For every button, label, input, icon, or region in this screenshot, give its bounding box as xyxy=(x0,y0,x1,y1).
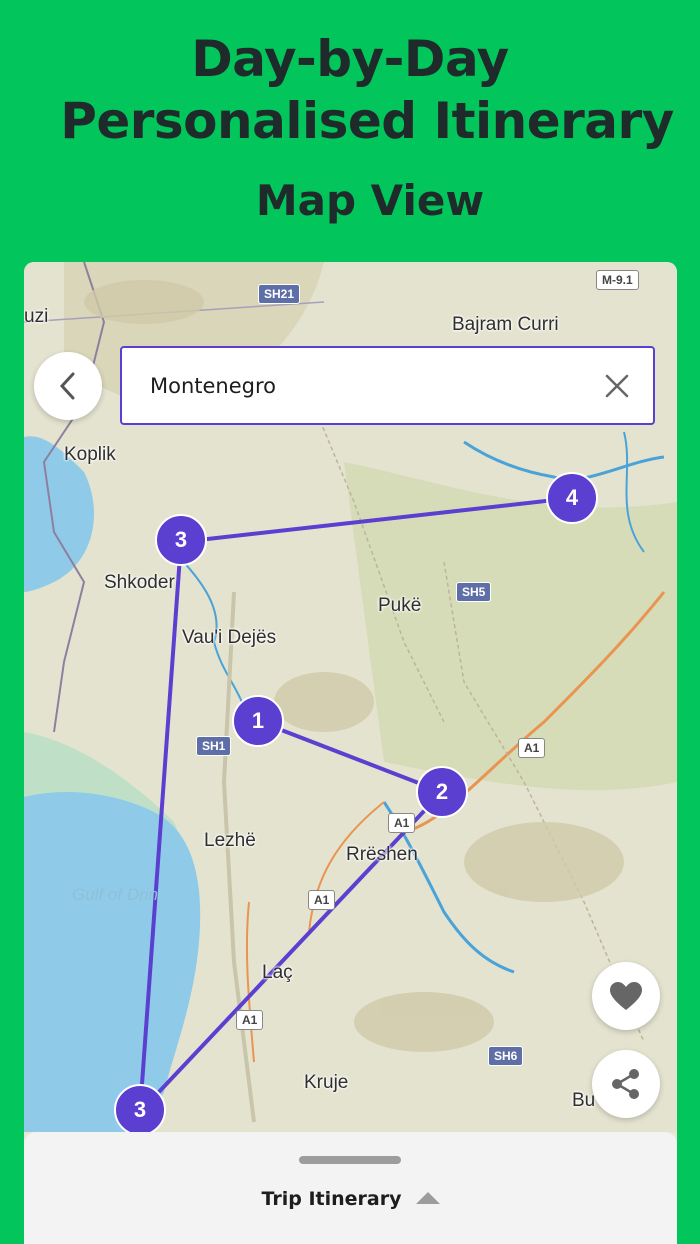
road-shield: A1 xyxy=(388,813,416,833)
place-label: Vau'i Dejës xyxy=(182,627,277,648)
search-box[interactable] xyxy=(120,346,655,425)
search-input[interactable] xyxy=(150,373,570,398)
water-label: Gulf of Drin xyxy=(72,885,158,904)
road-shield: M-9.1 xyxy=(596,270,639,290)
share-button[interactable] xyxy=(592,1050,660,1118)
clear-search-button[interactable] xyxy=(601,370,633,402)
share-icon xyxy=(612,1069,639,1099)
stop-marker-1[interactable]: 1 xyxy=(232,695,284,747)
place-label: Lezhë xyxy=(204,830,256,851)
place-label: Bajram Curri xyxy=(452,314,559,335)
chevron-left-icon xyxy=(59,372,75,400)
place-label: Rrëshen xyxy=(346,844,418,865)
back-button[interactable] xyxy=(34,352,102,420)
place-label: Koplik xyxy=(64,444,116,465)
itinerary-sheet[interactable]: Trip Itinerary xyxy=(24,1132,677,1244)
place-label: Bu xyxy=(572,1090,596,1111)
subtitle: Map View xyxy=(255,176,485,225)
trip-itinerary-toggle[interactable]: Trip Itinerary xyxy=(24,1188,677,1210)
stop-marker-3b[interactable]: 3 xyxy=(114,1084,166,1136)
road-shield: SH1 xyxy=(196,736,232,756)
headline-line-1: Day-by-Day xyxy=(191,30,509,88)
road-shield: A1 xyxy=(308,890,336,910)
place-label: uzi xyxy=(24,306,49,327)
road-shield: A1 xyxy=(236,1010,264,1030)
stop-marker-4[interactable]: 4 xyxy=(546,472,598,524)
sheet-drag-handle[interactable] xyxy=(299,1156,401,1164)
stop-marker-2[interactable]: 2 xyxy=(416,766,468,818)
phone-screen: uzi Bajram Curri Koplik Shkoder Pukë Vau… xyxy=(24,262,677,1244)
caret-up-icon xyxy=(415,1191,440,1204)
road-shield: A1 xyxy=(518,738,546,758)
road-shield: SH5 xyxy=(456,582,492,602)
place-label: Pukë xyxy=(378,595,422,616)
stop-marker-3[interactable]: 3 xyxy=(155,514,207,566)
road-shield: SH6 xyxy=(488,1046,524,1066)
heart-icon xyxy=(610,982,642,1010)
close-icon xyxy=(605,374,629,398)
headline-line-2: Personalised Itinerary xyxy=(60,92,674,150)
sheet-title: Trip Itinerary xyxy=(261,1188,402,1210)
headline: Day-by-Day Personalised Itinerary xyxy=(0,28,700,152)
place-label: Kruje xyxy=(304,1072,349,1093)
road-shield: SH21 xyxy=(258,284,301,304)
favorite-button[interactable] xyxy=(592,962,660,1030)
place-label: Shkoder xyxy=(104,572,175,593)
place-label: Laç xyxy=(262,962,293,983)
